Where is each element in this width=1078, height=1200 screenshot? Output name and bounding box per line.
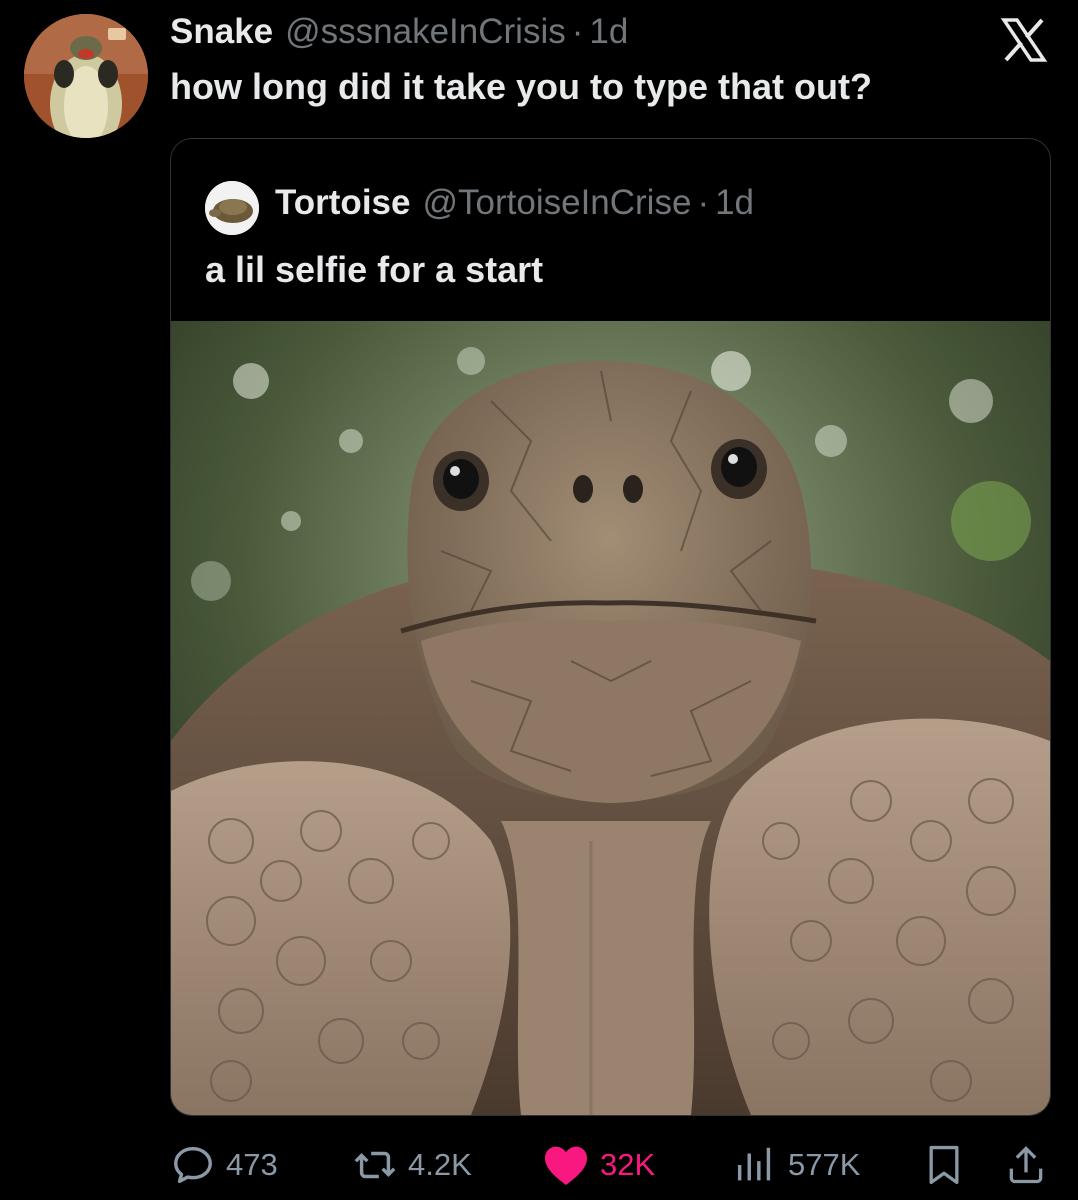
quoted-tweet-timestamp[interactable]: 1d	[715, 183, 754, 223]
author-display-name[interactable]: Snake	[170, 12, 273, 52]
like-button[interactable]: 32K	[542, 1140, 655, 1190]
views-count: 577K	[788, 1147, 861, 1182]
tweet-header: Snake @sssnakeInCrisis · 1d	[170, 12, 628, 52]
separator-dot: ·	[697, 183, 710, 222]
tweet-text: how long did it take you to type that ou…	[170, 66, 872, 107]
views-button[interactable]: 577K	[732, 1140, 860, 1190]
bookmark-button[interactable]	[922, 1140, 976, 1190]
separator-dot: ·	[571, 12, 584, 51]
quoted-avatar[interactable]	[205, 181, 259, 235]
bookmark-icon	[929, 1145, 959, 1185]
repost-button[interactable]: 4.2K	[352, 1140, 472, 1190]
snake-avatar-image	[24, 14, 148, 138]
reply-count: 473	[226, 1147, 278, 1182]
quoted-tweet-text: a lil selfie for a start	[205, 249, 544, 290]
x-logo-icon	[1000, 16, 1048, 64]
views-icon	[737, 1147, 771, 1181]
tortoise-photo[interactable]	[171, 321, 1050, 1115]
share-button[interactable]	[1004, 1140, 1058, 1190]
author-handle[interactable]: @sssnakeInCrisis	[285, 12, 566, 52]
quoted-tweet-header: Tortoise @TortoiseInCrise · 1d	[275, 183, 754, 223]
repost-icon	[354, 1151, 396, 1179]
reply-button[interactable]: 473	[170, 1140, 278, 1190]
share-icon	[1009, 1146, 1043, 1184]
quoted-author-handle[interactable]: @TortoiseInCrise	[422, 183, 691, 223]
reply-icon	[174, 1146, 212, 1184]
tortoise-photo-image	[171, 321, 1050, 1115]
tortoise-avatar-image	[205, 181, 259, 235]
quoted-tweet-card[interactable]: Tortoise @TortoiseInCrise · 1d a lil sel…	[170, 138, 1051, 1116]
tweet-action-bar: 473 4.2K 32K 577K	[170, 1140, 1050, 1190]
tweet-timestamp[interactable]: 1d	[589, 12, 628, 52]
quoted-author-display-name[interactable]: Tortoise	[275, 183, 410, 223]
repost-count: 4.2K	[408, 1147, 472, 1182]
avatar[interactable]	[24, 14, 148, 138]
heart-icon	[545, 1146, 587, 1185]
like-count: 32K	[600, 1147, 656, 1182]
